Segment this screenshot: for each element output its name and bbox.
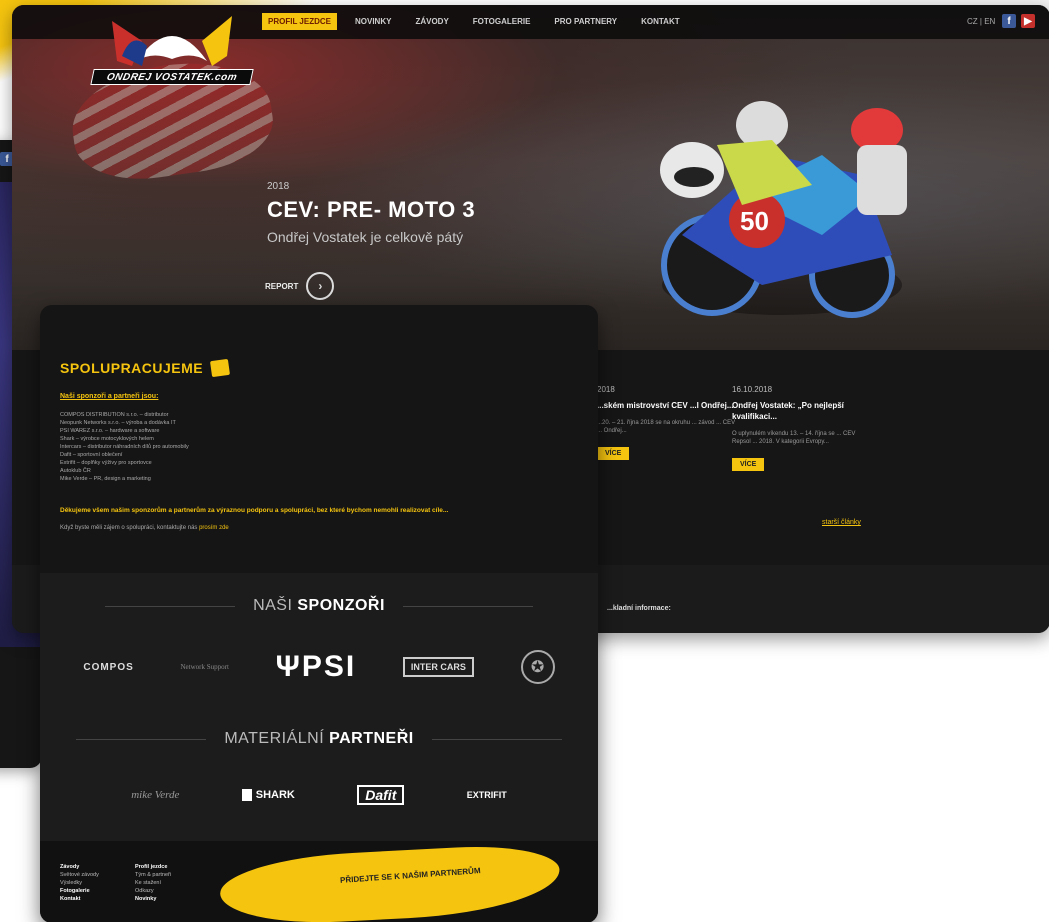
logo-wordmark: ONDREJ VOSTATEK.com	[90, 69, 254, 85]
sponsors-title: NAŠI SPONZOŘI	[253, 597, 385, 615]
footer-link[interactable]: Tým & partneři	[135, 871, 171, 879]
nav-item-fotogalerie[interactable]: FOTOGALERIE	[467, 13, 537, 30]
news-item: 16.10.2018 Ondřej Vostatek: „Po nejlepší…	[732, 385, 872, 471]
news-title[interactable]: ...ském mistrovství CEV ...l Ondřej...	[597, 400, 737, 411]
list-item: Neopunk Networks s.r.o. – výroba a dodáv…	[60, 420, 176, 426]
material-title-light: MATERIÁLNÍ	[224, 730, 325, 747]
sponsors-title-bold: SPONZOŘI	[297, 597, 385, 614]
divider	[431, 738, 562, 740]
social-icons-top: f ▶	[1002, 14, 1035, 28]
sponsors-title-light: NAŠI	[253, 597, 293, 614]
list-item: Extrifit – doplňky výživy pro sportovce	[60, 460, 152, 466]
sponsors-heading: NAŠI SPONZOŘI	[40, 597, 598, 615]
list-item: PSI WAREZ s.r.o. – hardware a software	[60, 428, 160, 434]
material-logos: mike Verde SHARK Dafit EXTRIFIT	[40, 775, 598, 815]
divider	[76, 738, 207, 740]
list-item: Mike Verde – PR, design a marketing	[60, 476, 151, 482]
sponsor-logo-compos[interactable]: COMPOS	[83, 662, 133, 673]
footer-link[interactable]: Závody	[60, 863, 99, 871]
material-title-bold: PARTNEŘI	[329, 730, 414, 747]
news-date: 2018	[597, 385, 615, 394]
autoklub-seal-icon[interactable]: ✪	[520, 650, 555, 684]
invite-label: Když byste měli zájem o spolupráci, kont…	[60, 525, 198, 531]
list-item: Intercars – distributor náhradních dílů …	[60, 444, 189, 450]
nav-item-novinky[interactable]: NOVINKY	[349, 13, 397, 30]
footer-link[interactable]: Odkazy	[135, 887, 171, 895]
report-link[interactable]: REPORT ›	[265, 272, 335, 300]
sponsor-logo-psi[interactable]: ΨPSI	[276, 650, 357, 684]
partner-logo-mikeverde[interactable]: mike Verde	[131, 789, 179, 801]
motorcycle-rider-image: 50	[660, 101, 907, 318]
divider	[105, 605, 236, 607]
main-menu: PROFIL JEZDCE NOVINKY ZÁVODY FOTOGALERIE…	[262, 13, 686, 30]
news-excerpt: O uplynulém víkendu 13. – 14. října se .…	[732, 431, 856, 445]
footer-link[interactable]: Kontakt	[60, 895, 99, 903]
invite-text: Když byste měli zájem o spolupráci, kont…	[60, 525, 229, 531]
partner-logo-extrifit[interactable]: EXTRIFIT	[467, 790, 507, 800]
sponsors-window: SPOLUPRACUJEME Naši sponzoři a partneři …	[40, 305, 598, 922]
partner-logo-dafit[interactable]: Dafit	[357, 785, 405, 805]
nav-item-kontakt[interactable]: KONTAKT	[635, 13, 686, 30]
partners-title: SPOLUPRACUJEME	[60, 360, 204, 376]
handshake-box-icon	[210, 358, 231, 378]
list-item: Autoklub ČR	[60, 468, 91, 474]
partners-subtitle: Naši sponzoři a partneři jsou:	[60, 393, 159, 400]
older-articles-link[interactable]: starší články	[822, 519, 861, 526]
facebook-icon[interactable]: f	[1002, 14, 1016, 28]
footer-link[interactable]: Výsledky	[60, 879, 99, 887]
more-button[interactable]: VÍCE	[597, 447, 630, 460]
site-footer: Závody Světové závody Výsledky Fotogaler…	[40, 841, 598, 922]
chevron-right-icon[interactable]: ›	[306, 272, 335, 300]
footer-link[interactable]: Fotogalerie	[60, 887, 99, 895]
footer-link[interactable]: Novinky	[135, 895, 171, 903]
invite-link[interactable]: prosím zde	[199, 525, 229, 531]
language-switch[interactable]: CZ | EN	[967, 17, 995, 26]
helmet-logo-icon	[112, 16, 232, 66]
thanks-text: Děkujeme všem našim sponzorům a partnerů…	[60, 507, 449, 514]
list-item: Shark – výrobce motocyklových helem	[60, 436, 154, 442]
partner-list: COMPOS DISTRIBUTION s.r.o. – distributor…	[60, 411, 390, 483]
material-heading: MATERIÁLNÍ PARTNEŘI	[40, 730, 598, 748]
nav-item-partnery[interactable]: PRO PARTNERY	[548, 13, 623, 30]
sponsor-logos: COMPOS Network Support ΨPSI INTER CARS ✪	[40, 643, 598, 691]
youtube-icon[interactable]: ▶	[1021, 14, 1035, 28]
site-logo[interactable]: ONDREJ VOSTATEK.com	[90, 11, 254, 89]
hero-title: CEV: PRE- MOTO 3	[267, 197, 476, 222]
footer-column: Závody Světové závody Výsledky Fotogaler…	[60, 863, 99, 903]
more-button[interactable]: VÍCE	[732, 458, 765, 471]
news-date: 16.10.2018	[732, 385, 773, 394]
footer-link[interactable]: Ke stažení	[135, 879, 171, 887]
nav-item-zavody[interactable]: ZÁVODY	[409, 13, 454, 30]
list-item: Dafit – sportovní oblečení	[60, 452, 123, 458]
footer-link[interactable]: Profil jezdce	[135, 863, 171, 871]
partners-header: SPOLUPRACUJEME	[60, 358, 231, 378]
footer-link[interactable]: Světové závody	[60, 871, 99, 879]
news-item: 2018 ...ském mistrovství CEV ...l Ondřej…	[597, 385, 737, 460]
sponsor-logo-intercars[interactable]: INTER CARS	[402, 657, 474, 677]
hero-subtitle: Ondřej Vostatek je celkově pátý	[267, 229, 464, 245]
sponsor-logo-network[interactable]: Network Support	[180, 663, 228, 671]
report-label: REPORT	[265, 281, 299, 291]
list-item: COMPOS DISTRIBUTION s.r.o. – distributor	[60, 412, 169, 418]
material-title: MATERIÁLNÍ PARTNEŘI	[224, 730, 413, 748]
nav-item-profil[interactable]: PROFIL JEZDCE	[262, 13, 337, 30]
divider	[402, 605, 533, 607]
hero-year: 2018	[267, 181, 290, 192]
svg-text:50: 50	[740, 206, 769, 236]
partner-logo-shark[interactable]: SHARK	[241, 789, 295, 801]
news-title[interactable]: Ondřej Vostatek: „Po nejlepší kvalifikac…	[732, 400, 872, 422]
footer-column: Profil jezdce Tým & partneři Ke stažení …	[135, 863, 171, 903]
basic-info-heading: ...kladní informace:	[607, 605, 671, 612]
news-excerpt: ...20. – 21. října 2018 se na okruhu ...…	[597, 420, 736, 434]
